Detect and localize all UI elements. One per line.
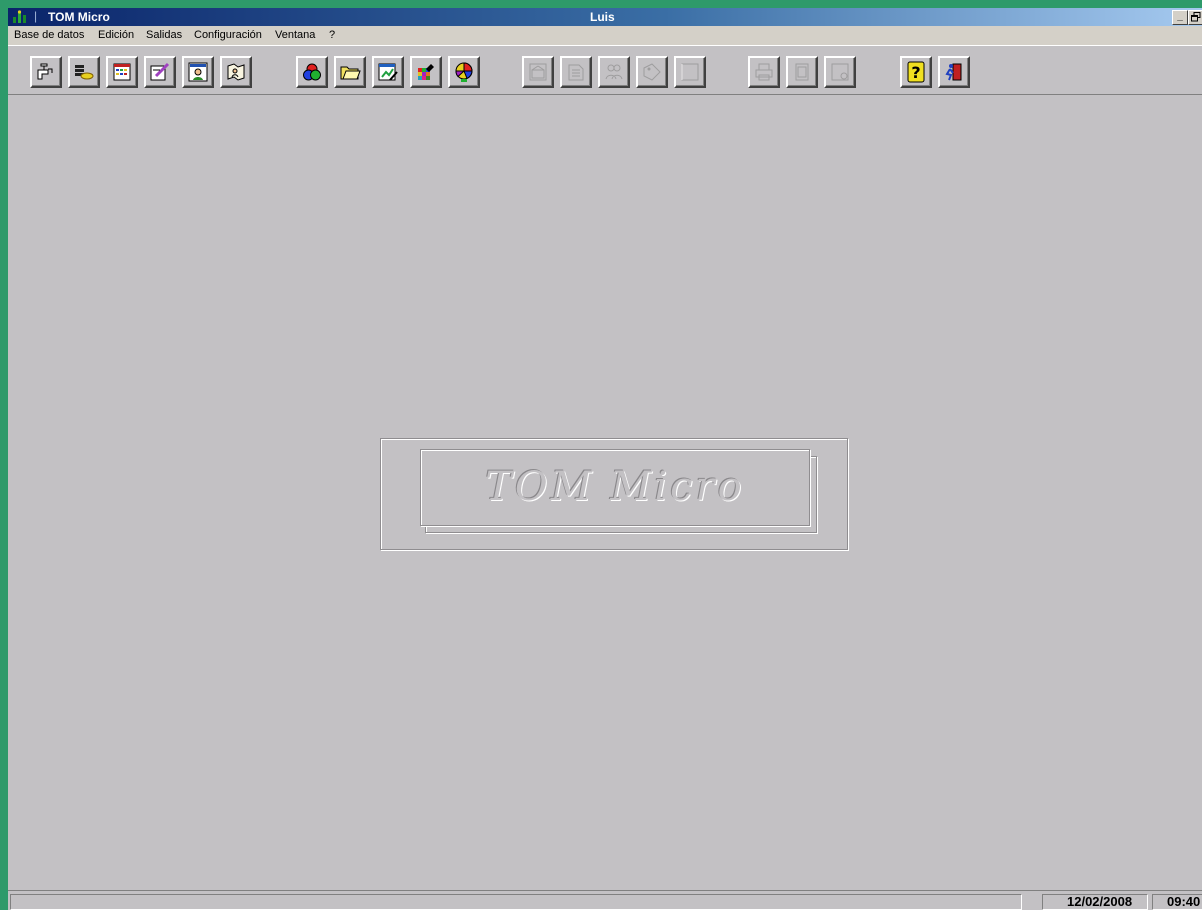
app-title: TOM Micro (48, 10, 110, 24)
pages-button[interactable] (560, 56, 592, 88)
pie-chart-icon (455, 62, 473, 82)
printer-icon (755, 63, 773, 81)
pie-chart-button[interactable] (448, 56, 480, 88)
logo-panel: TOM Micro (380, 438, 848, 550)
restore-button[interactable] (1188, 10, 1202, 25)
preview-button[interactable] (824, 56, 856, 88)
status-bar: 12/02/2008 09:40 (8, 890, 1202, 910)
page-icon (795, 63, 809, 81)
people-icon (605, 64, 623, 80)
exit-icon (945, 63, 962, 81)
restore-icon (1191, 12, 1201, 22)
minimize-button[interactable]: _ (1172, 10, 1188, 25)
preview-icon (831, 63, 849, 81)
chart-edit-button[interactable] (372, 56, 404, 88)
tag-button[interactable] (636, 56, 668, 88)
help-icon: ? (907, 61, 925, 83)
toolbar: ? (8, 46, 1202, 95)
menu-ventana[interactable]: Ventana (275, 29, 315, 41)
coins-icon (75, 65, 94, 80)
menu-bar: Base de datos Edición Salidas Configurac… (8, 26, 1202, 46)
edit-button[interactable] (144, 56, 176, 88)
status-time: 09:40 (1152, 894, 1202, 910)
chart-edit-icon (378, 63, 398, 81)
status-date: 12/02/2008 (1042, 894, 1148, 910)
menu-configuracion[interactable]: Configuración (194, 29, 262, 41)
color-circles-button[interactable] (296, 56, 328, 88)
help-button[interactable]: ? (900, 56, 932, 88)
menu-edicion[interactable]: Edición (98, 29, 134, 41)
menu-salidas[interactable]: Salidas (146, 29, 182, 41)
calendar-button[interactable] (106, 56, 138, 88)
svg-text:?: ? (911, 63, 920, 82)
building-icon (529, 63, 547, 81)
coins-button[interactable] (68, 56, 100, 88)
title-separator: | (34, 9, 38, 23)
logo-frame: TOM Micro (420, 449, 810, 526)
frame-button[interactable] (674, 56, 706, 88)
people-card-button[interactable] (182, 56, 214, 88)
status-message (10, 894, 1022, 910)
page-button[interactable] (786, 56, 818, 88)
app-window: | TOM Micro Luis _ Base de datos Edición… (8, 8, 1202, 910)
logo-text: TOM Micro (485, 464, 745, 510)
building-button[interactable] (522, 56, 554, 88)
menu-base-de-datos[interactable]: Base de datos (14, 29, 84, 41)
frame-icon (681, 63, 699, 81)
color-grid-icon (418, 64, 434, 80)
map-people-icon (227, 63, 245, 81)
people-button[interactable] (598, 56, 630, 88)
people-card-icon (188, 62, 208, 82)
pages-icon (568, 64, 584, 81)
document-title: Luis (590, 10, 615, 24)
app-icon (13, 10, 26, 23)
printer-button[interactable] (748, 56, 780, 88)
calendar-icon (113, 63, 131, 81)
faucet-button[interactable] (30, 56, 62, 88)
color-grid-button[interactable] (410, 56, 442, 88)
menu-help[interactable]: ? (329, 29, 335, 41)
folder-icon (340, 66, 361, 80)
tag-icon (643, 63, 661, 81)
exit-button[interactable] (938, 56, 970, 88)
title-bar[interactable]: | TOM Micro Luis _ (8, 8, 1202, 26)
faucet-icon (37, 63, 53, 80)
folder-button[interactable] (334, 56, 366, 88)
pencil-edit-icon (150, 62, 170, 81)
map-people-button[interactable] (220, 56, 252, 88)
color-circles-icon (303, 63, 321, 81)
